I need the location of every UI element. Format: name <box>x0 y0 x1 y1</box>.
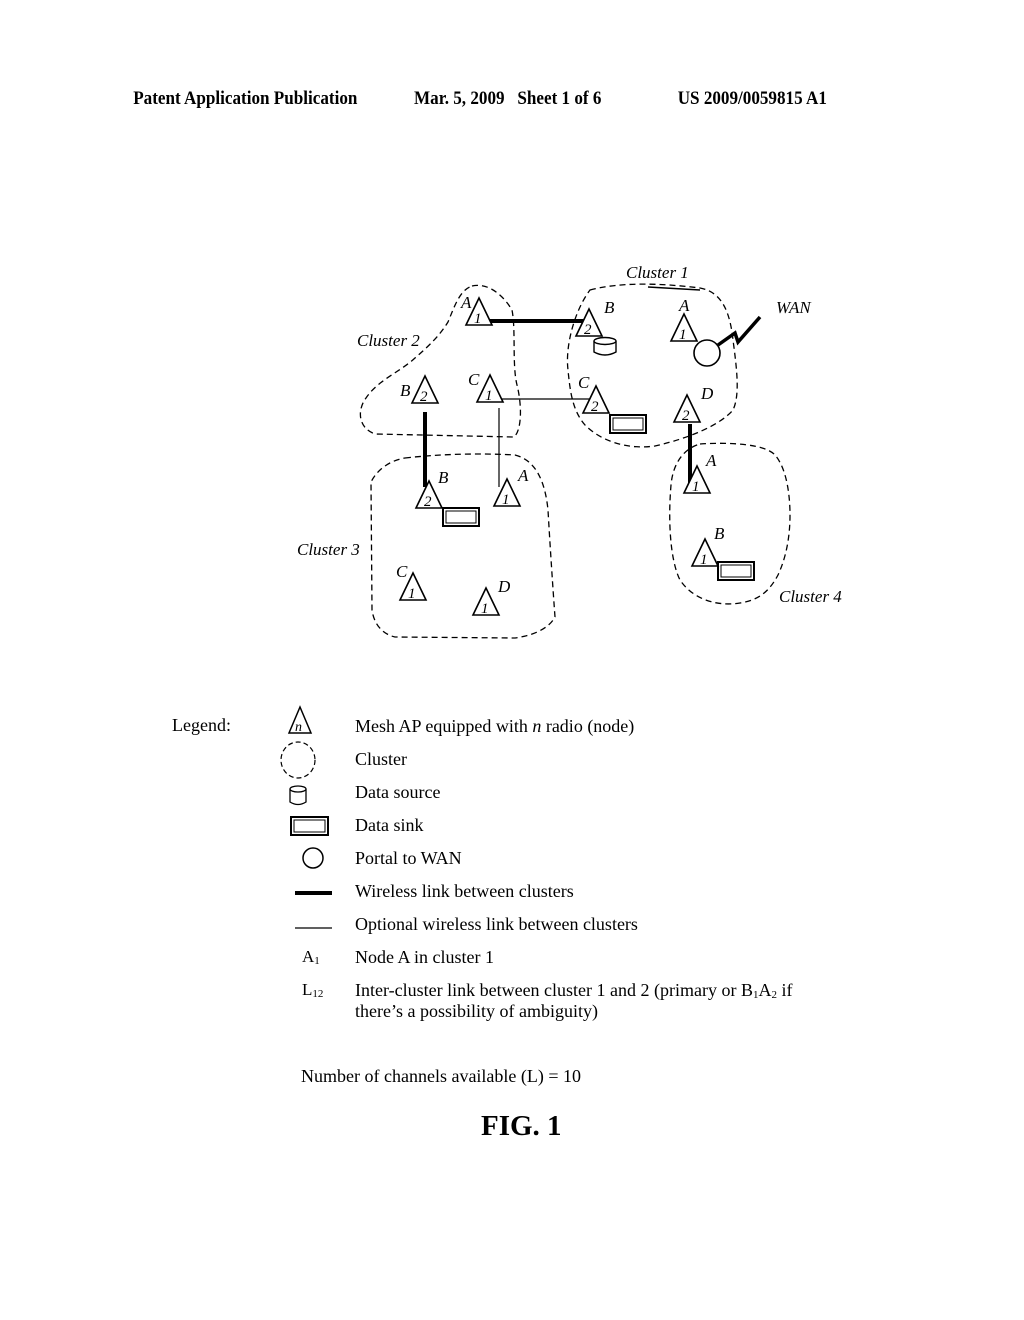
link-notation-text-line2: there’s a possibility of ambiguity) <box>355 1001 598 1021</box>
rectangle-data-sink-icon <box>290 816 329 836</box>
channels-available-text: Number of channels available (L) = 10 <box>301 1066 582 1086</box>
cylinder-data-source-icon <box>289 785 307 806</box>
node-notation-key: A1 <box>302 947 320 967</box>
figure-label: FIG. 1 <box>481 1110 562 1142</box>
link-notation-key: L12 <box>302 980 324 1000</box>
svg-text:n: n <box>295 720 302 735</box>
legend-item-cluster: Cluster <box>355 749 407 769</box>
dashed-cluster-icon <box>280 741 316 779</box>
legend-item-node: Mesh AP equipped with n radio (node) <box>355 716 635 736</box>
legend-item-portal: Portal to WAN <box>355 848 462 868</box>
legend-item-optional-link: Optional wireless link between clusters <box>355 914 638 934</box>
legend-item-data-sink: Data sink <box>355 815 424 835</box>
legend-item-data-source: Data source <box>355 782 441 802</box>
link-notation-text: Inter-cluster link between cluster 1 and… <box>355 980 793 1001</box>
legend-item-wireless-link: Wireless link between clusters <box>355 881 574 901</box>
node-notation-text: Node A in cluster 1 <box>355 947 494 967</box>
circle-portal-icon <box>302 847 324 869</box>
triangle-node-icon: n <box>287 705 313 735</box>
